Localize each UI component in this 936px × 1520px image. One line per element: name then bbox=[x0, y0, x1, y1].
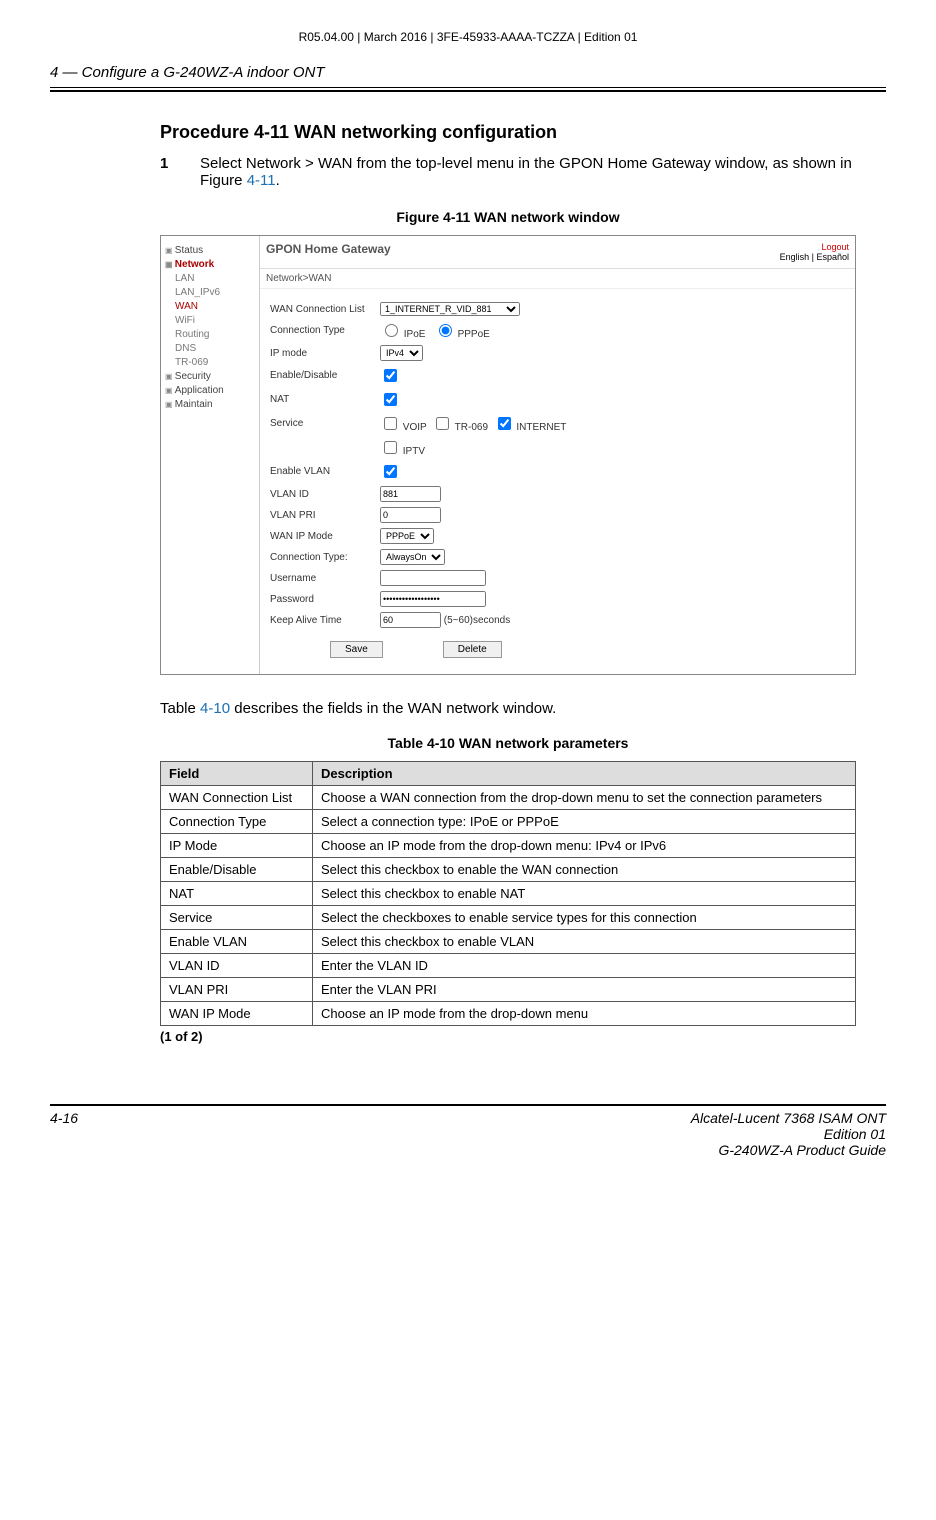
enable-vlan-checkbox[interactable] bbox=[384, 465, 397, 478]
wan-window-screenshot: Status Network LAN LAN_IPv6 WAN WiFi Rou… bbox=[160, 235, 856, 675]
sidebar-item-lan-ipv6[interactable]: LAN_IPv6 bbox=[165, 287, 255, 298]
table-row: NATSelect this checkbox to enable NAT bbox=[161, 882, 856, 906]
page-number: 4-16 bbox=[50, 1110, 78, 1158]
wan-ip-mode-label: WAN IP Mode bbox=[270, 531, 380, 542]
breadcrumb: Network>WAN bbox=[260, 269, 855, 289]
table-row: VLAN PRIEnter the VLAN PRI bbox=[161, 978, 856, 1002]
table-pagination: (1 of 2) bbox=[160, 1029, 856, 1044]
page-footer: 4-16 Alcatel-Lucent 7368 ISAM ONT Editio… bbox=[50, 1104, 886, 1158]
table-row: Enable VLANSelect this checkbox to enabl… bbox=[161, 930, 856, 954]
table-link[interactable]: 4-10 bbox=[200, 700, 230, 717]
sidebar-item-wifi[interactable]: WiFi bbox=[165, 315, 255, 326]
sidebar-item-application[interactable]: Application bbox=[165, 385, 255, 396]
sidebar-item-wan[interactable]: WAN bbox=[165, 301, 255, 312]
username-label: Username bbox=[270, 573, 380, 584]
enable-vlan-label: Enable VLAN bbox=[270, 466, 380, 477]
footer-line3: G-240WZ-A Product Guide bbox=[691, 1142, 886, 1158]
sidebar-item-security[interactable]: Security bbox=[165, 371, 255, 382]
figure-link[interactable]: 4-11 bbox=[247, 172, 276, 189]
vlan-id-label: VLAN ID bbox=[270, 489, 380, 500]
conn-type2-select[interactable]: AlwaysOn bbox=[380, 549, 445, 565]
step-body: Select Network > WAN from the top-level … bbox=[200, 155, 856, 189]
conn-type2-label: Connection Type: bbox=[270, 552, 380, 563]
password-input[interactable] bbox=[380, 591, 486, 607]
col-field: Field bbox=[161, 762, 313, 786]
sidebar-item-maintain[interactable]: Maintain bbox=[165, 399, 255, 410]
footer-line1: Alcatel-Lucent 7368 ISAM ONT bbox=[691, 1110, 886, 1126]
footer-line2: Edition 01 bbox=[691, 1126, 886, 1142]
table-row: IP ModeChoose an IP mode from the drop-d… bbox=[161, 834, 856, 858]
nat-label: NAT bbox=[270, 394, 380, 405]
ipoe-radio[interactable] bbox=[385, 324, 398, 337]
sidebar-item-tr069[interactable]: TR-069 bbox=[165, 357, 255, 368]
screenshot-sidebar: Status Network LAN LAN_IPv6 WAN WiFi Rou… bbox=[161, 236, 260, 674]
step-number: 1 bbox=[160, 155, 200, 189]
table-row: Enable/DisableSelect this checkbox to en… bbox=[161, 858, 856, 882]
tr069-checkbox[interactable] bbox=[436, 417, 449, 430]
keep-alive-input[interactable] bbox=[380, 612, 441, 628]
sidebar-item-status[interactable]: Status bbox=[165, 245, 255, 256]
gateway-title: GPON Home Gateway bbox=[266, 242, 391, 256]
wan-conn-list-label: WAN Connection List bbox=[270, 304, 380, 315]
table-row: ServiceSelect the checkboxes to enable s… bbox=[161, 906, 856, 930]
table-caption: Table 4-10 WAN network parameters bbox=[160, 735, 856, 751]
table-row: VLAN IDEnter the VLAN ID bbox=[161, 954, 856, 978]
ip-mode-select[interactable]: IPv4 bbox=[380, 345, 423, 361]
internet-checkbox[interactable] bbox=[498, 417, 511, 430]
procedure-title: Procedure 4-11 WAN networking configurat… bbox=[160, 122, 856, 143]
sidebar-item-lan[interactable]: LAN bbox=[165, 273, 255, 284]
save-button[interactable]: Save bbox=[330, 641, 383, 658]
ip-mode-label: IP mode bbox=[270, 348, 380, 359]
enable-checkbox[interactable] bbox=[384, 369, 397, 382]
table-row: Connection TypeSelect a connection type:… bbox=[161, 810, 856, 834]
voip-checkbox[interactable] bbox=[384, 417, 397, 430]
table-row: WAN Connection ListChoose a WAN connecti… bbox=[161, 786, 856, 810]
enable-label: Enable/Disable bbox=[270, 370, 380, 381]
table-intro: Table 4-10 describes the fields in the W… bbox=[160, 700, 856, 717]
language-links[interactable]: English | Español bbox=[780, 252, 849, 262]
wan-ip-mode-select[interactable]: PPPoE bbox=[380, 528, 434, 544]
chapter-heading: 4 — Configure a G-240WZ-A indoor ONT bbox=[50, 64, 886, 87]
service-label: Service bbox=[270, 418, 380, 429]
password-label: Password bbox=[270, 594, 380, 605]
keep-alive-label: Keep Alive Time bbox=[270, 615, 380, 626]
vlan-pri-input[interactable] bbox=[380, 507, 441, 523]
sidebar-item-dns[interactable]: DNS bbox=[165, 343, 255, 354]
nat-checkbox[interactable] bbox=[384, 393, 397, 406]
delete-button[interactable]: Delete bbox=[443, 641, 502, 658]
document-meta: R05.04.00 | March 2016 | 3FE-45933-AAAA-… bbox=[50, 30, 886, 44]
vlan-id-input[interactable] bbox=[380, 486, 441, 502]
wan-conn-list-select[interactable]: 1_INTERNET_R_VID_881 bbox=[380, 302, 520, 316]
pppoe-radio[interactable] bbox=[439, 324, 452, 337]
iptv-checkbox[interactable] bbox=[384, 441, 397, 454]
figure-caption: Figure 4-11 WAN network window bbox=[160, 209, 856, 225]
vlan-pri-label: VLAN PRI bbox=[270, 510, 380, 521]
sidebar-item-routing[interactable]: Routing bbox=[165, 329, 255, 340]
username-input[interactable] bbox=[380, 570, 486, 586]
conn-type-label: Connection Type bbox=[270, 325, 380, 336]
col-desc: Description bbox=[313, 762, 856, 786]
screenshot-main: GPON Home Gateway Logout English | Españ… bbox=[260, 236, 855, 674]
logout-link[interactable]: Logout bbox=[780, 242, 849, 252]
wan-parameters-table: Field Description WAN Connection ListCho… bbox=[160, 761, 856, 1026]
table-row: WAN IP ModeChoose an IP mode from the dr… bbox=[161, 1002, 856, 1026]
sidebar-item-network[interactable]: Network bbox=[165, 259, 255, 270]
step-1: 1 Select Network > WAN from the top-leve… bbox=[160, 155, 856, 189]
